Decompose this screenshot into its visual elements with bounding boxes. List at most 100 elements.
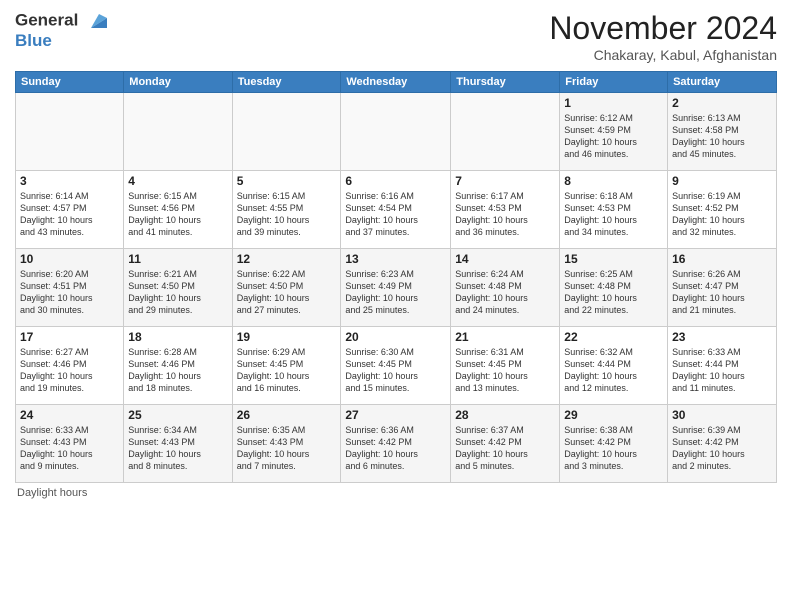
day-number: 13 (345, 252, 446, 266)
day-number: 11 (128, 252, 227, 266)
calendar-cell: 6 Sunrise: 6:16 AM Sunset: 4:54 PM Daylig… (341, 171, 451, 249)
day-number: 7 (455, 174, 555, 188)
day-number: 12 (237, 252, 337, 266)
calendar-cell: 16Sunrise: 6:26 AM Sunset: 4:47 PM Dayli… (668, 249, 777, 327)
day-number: 8 (564, 174, 663, 188)
day-info: Sunrise: 6:31 AM Sunset: 4:45 PM Dayligh… (455, 346, 555, 395)
dow-header-saturday: Saturday (668, 72, 777, 93)
calendar-cell: 21 Sunrise: 6:31 AM Sunset: 4:45 PM Dayli… (451, 327, 560, 405)
logo: General Blue (15, 10, 107, 49)
day-number: 4 (128, 174, 227, 188)
day-number: 25 (128, 408, 227, 422)
day-number: 10 (20, 252, 119, 266)
day-number: 6 (345, 174, 446, 188)
calendar-cell: 27 Sunrise: 6:36 AM Sunset: 4:42 PM Dayli… (341, 405, 451, 483)
day-info: Sunrise: 6:30 AM Sunset: 4:45 PM Dayligh… (345, 346, 446, 395)
day-info: Sunrise: 6:37 AM Sunset: 4:42 PM Dayligh… (455, 424, 555, 473)
day-info: Sunrise: 6:25 AM Sunset: 4:48 PM Dayligh… (564, 268, 663, 317)
dow-header-thursday: Thursday (451, 72, 560, 93)
day-info: Sunrise: 6:39 AM Sunset: 4:42 PM Dayligh… (672, 424, 772, 473)
dow-header-sunday: Sunday (16, 72, 124, 93)
calendar-cell: 15 Sunrise: 6:25 AM Sunset: 4:48 PM Dayli… (560, 249, 668, 327)
dow-header-monday: Monday (124, 72, 232, 93)
calendar-cell (232, 93, 341, 171)
day-number: 21 (455, 330, 555, 344)
day-info: Sunrise: 6:15 AM Sunset: 4:56 PM Dayligh… (128, 190, 227, 239)
day-number: 1 (564, 96, 663, 110)
dow-header-wednesday: Wednesday (341, 72, 451, 93)
day-info: Sunrise: 6:20 AM Sunset: 4:51 PM Dayligh… (20, 268, 119, 317)
day-info: Sunrise: 6:23 AM Sunset: 4:49 PM Dayligh… (345, 268, 446, 317)
day-info: Sunrise: 6:33 AM Sunset: 4:44 PM Dayligh… (672, 346, 772, 395)
day-number: 2 (672, 96, 772, 110)
calendar-cell (16, 93, 124, 171)
day-info: Sunrise: 6:18 AM Sunset: 4:53 PM Dayligh… (564, 190, 663, 239)
day-number: 18 (128, 330, 227, 344)
calendar-cell: 3 Sunrise: 6:14 AM Sunset: 4:57 PM Daylig… (16, 171, 124, 249)
day-info: Sunrise: 6:36 AM Sunset: 4:42 PM Dayligh… (345, 424, 446, 473)
day-info: Sunrise: 6:35 AM Sunset: 4:43 PM Dayligh… (237, 424, 337, 473)
calendar-cell: 22 Sunrise: 6:32 AM Sunset: 4:44 PM Dayli… (560, 327, 668, 405)
day-info: Sunrise: 6:28 AM Sunset: 4:46 PM Dayligh… (128, 346, 227, 395)
calendar-cell: 30 Sunrise: 6:39 AM Sunset: 4:42 PM Dayli… (668, 405, 777, 483)
day-number: 17 (20, 330, 119, 344)
logo-blue: Blue (15, 32, 107, 49)
footer-note: Daylight hours (15, 487, 777, 499)
day-number: 27 (345, 408, 446, 422)
location: Chakaray, Kabul, Afghanistan (549, 47, 777, 63)
day-info: Sunrise: 6:32 AM Sunset: 4:44 PM Dayligh… (564, 346, 663, 395)
day-info: Sunrise: 6:15 AM Sunset: 4:55 PM Dayligh… (237, 190, 337, 239)
day-number: 29 (564, 408, 663, 422)
day-info: Sunrise: 6:33 AM Sunset: 4:43 PM Dayligh… (20, 424, 119, 473)
day-info: Sunrise: 6:27 AM Sunset: 4:46 PM Dayligh… (20, 346, 119, 395)
day-info: Sunrise: 6:12 AM Sunset: 4:59 PM Dayligh… (564, 112, 663, 161)
calendar-cell: 14 Sunrise: 6:24 AM Sunset: 4:48 PM Dayli… (451, 249, 560, 327)
day-info: Sunrise: 6:16 AM Sunset: 4:54 PM Dayligh… (345, 190, 446, 239)
day-info: Sunrise: 6:22 AM Sunset: 4:50 PM Dayligh… (237, 268, 337, 317)
calendar-cell: 17 Sunrise: 6:27 AM Sunset: 4:46 PM Dayli… (16, 327, 124, 405)
day-number: 26 (237, 408, 337, 422)
calendar-cell: 24 Sunrise: 6:33 AM Sunset: 4:43 PM Dayli… (16, 405, 124, 483)
calendar-cell (124, 93, 232, 171)
day-number: 23 (672, 330, 772, 344)
calendar-cell: 26 Sunrise: 6:35 AM Sunset: 4:43 PM Dayli… (232, 405, 341, 483)
calendar-cell: 28 Sunrise: 6:37 AM Sunset: 4:42 PM Dayli… (451, 405, 560, 483)
calendar-cell: 9 Sunrise: 6:19 AM Sunset: 4:52 PM Daylig… (668, 171, 777, 249)
day-info: Sunrise: 6:29 AM Sunset: 4:45 PM Dayligh… (237, 346, 337, 395)
day-number: 3 (20, 174, 119, 188)
calendar-cell: 8 Sunrise: 6:18 AM Sunset: 4:53 PM Daylig… (560, 171, 668, 249)
calendar-cell: 7Sunrise: 6:17 AM Sunset: 4:53 PM Daylig… (451, 171, 560, 249)
calendar-cell: 20 Sunrise: 6:30 AM Sunset: 4:45 PM Dayli… (341, 327, 451, 405)
day-number: 5 (237, 174, 337, 188)
calendar-cell: 18 Sunrise: 6:28 AM Sunset: 4:46 PM Dayli… (124, 327, 232, 405)
day-number: 22 (564, 330, 663, 344)
logo-general: General (15, 10, 78, 29)
calendar-cell: 23 Sunrise: 6:33 AM Sunset: 4:44 PM Dayli… (668, 327, 777, 405)
calendar-cell (341, 93, 451, 171)
day-info: Sunrise: 6:24 AM Sunset: 4:48 PM Dayligh… (455, 268, 555, 317)
day-number: 30 (672, 408, 772, 422)
day-number: 19 (237, 330, 337, 344)
calendar-cell: 4 Sunrise: 6:15 AM Sunset: 4:56 PM Daylig… (124, 171, 232, 249)
day-number: 15 (564, 252, 663, 266)
day-number: 28 (455, 408, 555, 422)
calendar-cell: 1 Sunrise: 6:12 AM Sunset: 4:59 PM Daylig… (560, 93, 668, 171)
day-info: Sunrise: 6:13 AM Sunset: 4:58 PM Dayligh… (672, 112, 772, 161)
calendar-cell (451, 93, 560, 171)
calendar-cell: 25 Sunrise: 6:34 AM Sunset: 4:43 PM Dayli… (124, 405, 232, 483)
day-number: 14 (455, 252, 555, 266)
title-block: November 2024 Chakaray, Kabul, Afghanist… (549, 10, 777, 63)
calendar-cell: 2 Sunrise: 6:13 AM Sunset: 4:58 PM Daylig… (668, 93, 777, 171)
day-number: 9 (672, 174, 772, 188)
day-info: Sunrise: 6:26 AM Sunset: 4:47 PM Dayligh… (672, 268, 772, 317)
day-info: Sunrise: 6:19 AM Sunset: 4:52 PM Dayligh… (672, 190, 772, 239)
logo-icon (85, 10, 107, 32)
calendar-cell: 29Sunrise: 6:38 AM Sunset: 4:42 PM Dayli… (560, 405, 668, 483)
calendar-cell: 19 Sunrise: 6:29 AM Sunset: 4:45 PM Dayli… (232, 327, 341, 405)
day-number: 24 (20, 408, 119, 422)
calendar-cell: 10 Sunrise: 6:20 AM Sunset: 4:51 PM Dayli… (16, 249, 124, 327)
day-info: Sunrise: 6:21 AM Sunset: 4:50 PM Dayligh… (128, 268, 227, 317)
day-number: 20 (345, 330, 446, 344)
day-info: Sunrise: 6:14 AM Sunset: 4:57 PM Dayligh… (20, 190, 119, 239)
day-info: Sunrise: 6:34 AM Sunset: 4:43 PM Dayligh… (128, 424, 227, 473)
